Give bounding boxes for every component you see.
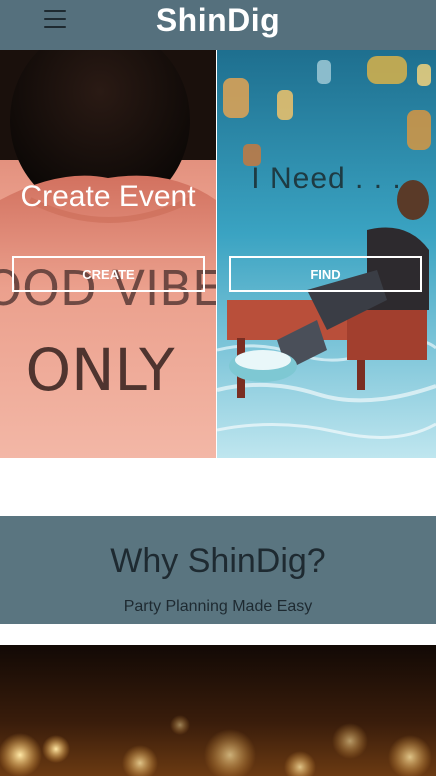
- bokeh-lights-image: [0, 645, 436, 776]
- hero-section: GOOD VIBES ONLY Create Event CREATE: [0, 50, 436, 458]
- shirt-print-line-2: ONLY: [25, 336, 175, 404]
- find-photo: [217, 50, 436, 458]
- create-event-photo: GOOD VIBES ONLY: [0, 50, 216, 458]
- create-event-panel: GOOD VIBES ONLY Create Event CREATE: [0, 50, 216, 458]
- why-subtitle: Party Planning Made Easy: [123, 598, 313, 615]
- find-button[interactable]: FIND: [229, 256, 422, 292]
- create-event-title: Create Event: [20, 180, 196, 213]
- find-title: I Need . . .: [251, 162, 402, 195]
- brand-logo[interactable]: ShinDig: [0, 2, 436, 39]
- top-nav-bar: ShinDig: [0, 0, 436, 50]
- why-title: Why ShinDig?: [110, 542, 326, 580]
- why-shindig-section: Why ShinDig? Party Planning Made Easy: [0, 516, 436, 624]
- create-button[interactable]: CREATE: [12, 256, 205, 292]
- find-panel: I Need . . . FIND: [217, 50, 436, 458]
- party-lights-photo: [0, 645, 436, 776]
